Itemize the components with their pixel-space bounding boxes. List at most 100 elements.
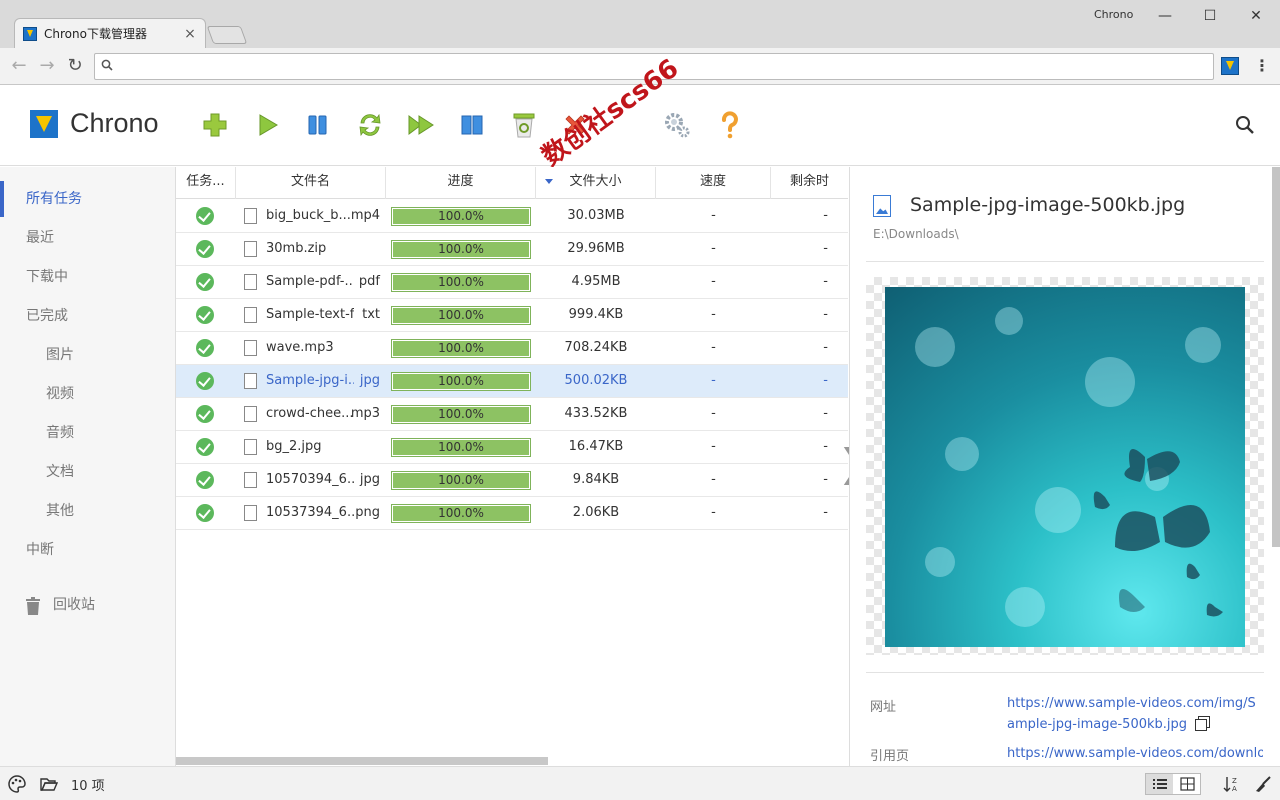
table-row[interactable]: 30mb.zip 100.0% 29.96MB - -	[176, 233, 848, 266]
file-extension: txt	[362, 307, 380, 322]
meta-divider	[866, 672, 1264, 673]
remaining-cell: -	[823, 340, 828, 355]
table-row[interactable]: Sample-text-fi... txt 100.0% 999.4KB - -	[176, 299, 848, 332]
size-cell: 433.52KB	[564, 406, 628, 421]
maximize-button[interactable]: ☐	[1187, 4, 1233, 28]
restart-icon[interactable]	[355, 110, 385, 140]
completed-check-icon	[196, 372, 214, 390]
table-row[interactable]: 10537394_6... png 100.0% 2.06KB - -	[176, 497, 848, 530]
help-icon[interactable]	[715, 110, 745, 140]
horizontal-scrollbar[interactable]	[176, 757, 548, 765]
file-type-icon	[244, 406, 257, 422]
progress-cell: 100.0%	[386, 398, 536, 430]
header-search-icon[interactable]	[1234, 114, 1256, 136]
status-cell	[176, 266, 236, 298]
detail-vertical-scrollbar[interactable]	[1272, 167, 1280, 547]
table-row[interactable]: Sample-jpg-i... jpg 100.0% 500.02KB - -	[176, 365, 848, 398]
table-row[interactable]: bg_2.jpg 100.0% 16.47KB - -	[176, 431, 848, 464]
filename-cell[interactable]: big_buck_b... mp4	[236, 200, 386, 232]
sidebar-item-recycle-bin[interactable]: 回收站	[0, 587, 176, 623]
settings-gear-icon[interactable]	[662, 110, 692, 140]
sidebar: 所有任务 最近 下载中 已完成 图片 视频 音频 文档 其他 中断 回收站	[0, 167, 176, 766]
file-type-icon	[244, 274, 257, 290]
filename-cell[interactable]: crowd-chee... mp3	[236, 398, 386, 430]
sidebar-item-downloading[interactable]: 下载中	[0, 259, 176, 295]
sort-az-icon[interactable]: Z A	[1222, 775, 1240, 793]
progress-bar: 100.0%	[391, 471, 531, 490]
sidebar-item-images[interactable]: 图片	[0, 337, 176, 373]
table-row[interactable]: crowd-chee... mp3 100.0% 433.52KB - -	[176, 398, 848, 431]
filename-cell[interactable]: Sample-jpg-i... jpg	[236, 365, 386, 397]
table-row[interactable]: Sample-pdf-... pdf 100.0% 4.95MB - -	[176, 266, 848, 299]
filename-cell[interactable]: 30mb.zip	[236, 233, 386, 265]
reload-button[interactable]: ↻	[64, 55, 86, 77]
column-task[interactable]: 任务...	[176, 167, 236, 199]
column-remaining[interactable]: 剩余时	[771, 167, 848, 199]
add-task-icon[interactable]	[200, 110, 230, 140]
start-icon[interactable]	[252, 110, 282, 140]
browser-tab[interactable]: Chrono下载管理器 ×	[14, 18, 206, 48]
sidebar-item-documents[interactable]: 文档	[0, 454, 176, 490]
filename-cell[interactable]: wave.mp3	[236, 332, 386, 364]
table-row[interactable]: big_buck_b... mp4 100.0% 30.03MB - -	[176, 200, 848, 233]
speed-cell: -	[711, 406, 716, 421]
browser-menu-icon[interactable]: ⋮	[1254, 56, 1270, 76]
sidebar-item-videos[interactable]: 视频	[0, 376, 176, 412]
sidebar-item-interrupted[interactable]: 中断	[0, 532, 176, 568]
tab-close-icon[interactable]: ×	[183, 26, 197, 42]
palette-icon[interactable]	[8, 775, 26, 793]
filename-cell[interactable]: 10537394_6... png	[236, 497, 386, 529]
size-cell: 708.24KB	[564, 340, 628, 355]
copy-icon[interactable]	[1195, 718, 1208, 731]
progress-cell: 100.0%	[386, 200, 536, 232]
column-speed[interactable]: 速度	[656, 167, 771, 199]
table-row[interactable]: 10570394_6... jpg 100.0% 9.84KB - -	[176, 464, 848, 497]
status-cell	[176, 431, 236, 463]
recycle-bin-icon[interactable]	[509, 110, 539, 140]
progress-cell: 100.0%	[386, 497, 536, 529]
completed-check-icon	[196, 240, 214, 258]
list-view-button[interactable]	[1146, 774, 1173, 794]
column-progress[interactable]: 进度	[386, 167, 536, 199]
url-link[interactable]: https://www.sample-videos.com/img/Sample…	[1007, 696, 1256, 732]
pause-icon[interactable]	[303, 110, 333, 140]
sidebar-item-completed[interactable]: 已完成	[0, 298, 176, 334]
sidebar-item-recent[interactable]: 最近	[0, 220, 176, 256]
start-all-icon[interactable]	[406, 110, 436, 140]
sidebar-item-other[interactable]: 其他	[0, 493, 176, 529]
size-cell: 9.84KB	[572, 472, 620, 487]
filename-cell[interactable]: 10570394_6... jpg	[236, 464, 386, 496]
table-row[interactable]: wave.mp3 100.0% 708.24KB - -	[176, 332, 848, 365]
sidebar-item-all-tasks[interactable]: 所有任务	[0, 181, 176, 217]
open-folder-icon[interactable]	[40, 775, 58, 793]
forward-button[interactable]: →	[36, 55, 58, 77]
filename-cell[interactable]: bg_2.jpg	[236, 431, 386, 463]
clean-brush-icon[interactable]	[1254, 775, 1272, 793]
window-close-button[interactable]: ✕	[1233, 4, 1279, 28]
app-header: Chrono 数创社scs66	[0, 54, 1280, 172]
sidebar-item-audio[interactable]: 音频	[0, 415, 176, 451]
file-name: 10570394_6...	[266, 472, 354, 487]
file-type-icon	[244, 241, 257, 257]
column-size[interactable]: 文件大小	[536, 167, 656, 199]
status-cell	[176, 464, 236, 496]
back-button[interactable]: ←	[8, 55, 30, 77]
progress-bar: 100.0%	[391, 306, 531, 325]
image-preview[interactable]	[885, 287, 1245, 647]
status-cell	[176, 365, 236, 397]
size-cell: 2.06KB	[572, 505, 620, 520]
pause-all-icon[interactable]	[457, 110, 487, 140]
browser-user-name[interactable]: Chrono	[1094, 8, 1133, 21]
remaining-cell: -	[823, 406, 828, 421]
new-tab-button[interactable]	[206, 26, 248, 44]
status-cell	[176, 497, 236, 529]
minimize-button[interactable]: —	[1142, 4, 1188, 28]
detail-path[interactable]: E:\Downloads\	[873, 227, 959, 241]
filename-cell[interactable]: Sample-pdf-... pdf	[236, 266, 386, 298]
referrer-value[interactable]: https://www.sample-videos.com/downlo	[1007, 743, 1263, 764]
filename-cell[interactable]: Sample-text-fi... txt	[236, 299, 386, 331]
chrono-extension-icon[interactable]	[1221, 57, 1239, 75]
grid-view-button[interactable]	[1174, 774, 1201, 794]
column-filename[interactable]: 文件名	[236, 167, 386, 199]
url-value[interactable]: https://www.sample-videos.com/img/Sample…	[1007, 693, 1263, 735]
